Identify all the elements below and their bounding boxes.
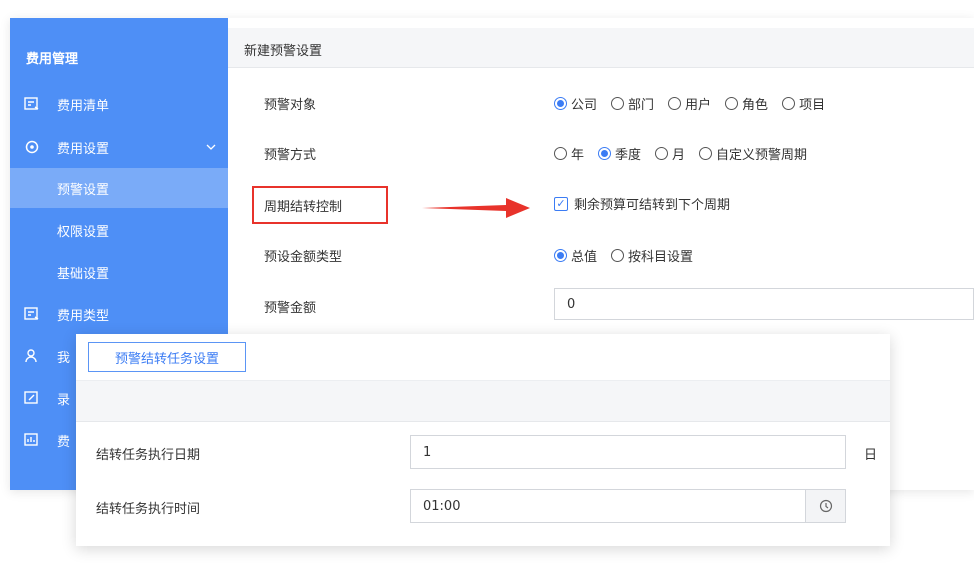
option-label: 季度 <box>615 148 642 163</box>
radio-icon <box>611 249 625 262</box>
rollover-options: ✓ 剩余预算可结转到下个周期 <box>554 194 744 213</box>
radio-icon <box>782 97 796 110</box>
checkbox-label: 剩余预算可结转到下个周期 <box>574 198 731 213</box>
sidebar-item-label: 费 <box>57 434 71 450</box>
dialog-toolbar <box>76 380 890 422</box>
option-label: 月 <box>672 148 686 163</box>
amount-type-options: 总值 按科目设置 <box>554 246 707 265</box>
radio-checked-icon <box>554 97 567 110</box>
execution-date-label: 结转任务执行日期 <box>96 448 201 463</box>
expense-type-icon <box>24 307 40 321</box>
alert-target-label: 预警对象 <box>264 98 317 113</box>
user-icon <box>24 349 40 363</box>
sidebar-item-label: 录 <box>57 392 71 408</box>
radio-role[interactable]: 角色 <box>725 94 768 113</box>
panel-header: 新建预警设置 <box>228 28 974 68</box>
execution-time-label: 结转任务执行时间 <box>96 502 201 517</box>
radio-icon <box>554 147 567 160</box>
alert-amount-label: 预警金额 <box>264 301 317 316</box>
execution-date-input[interactable]: 1 <box>410 435 846 469</box>
rollover-task-settings-button[interactable]: 预警结转任务设置 <box>88 342 246 372</box>
radio-total[interactable]: 总值 <box>554 246 597 265</box>
option-label: 公司 <box>571 98 598 113</box>
radio-company[interactable]: 公司 <box>554 94 597 113</box>
radio-checked-icon <box>598 147 612 160</box>
alert-method-label: 预警方式 <box>264 148 317 163</box>
clock-icon[interactable] <box>805 490 845 522</box>
radio-icon <box>611 97 625 110</box>
radio-month[interactable]: 月 <box>655 144 685 163</box>
radio-icon <box>699 147 713 160</box>
sidebar-item-permission-settings[interactable]: 权限设置 <box>10 210 228 250</box>
receipt-icon <box>24 97 40 111</box>
rollover-checkbox[interactable]: ✓ 剩余预算可结转到下个周期 <box>554 194 730 213</box>
radio-quarter[interactable]: 季度 <box>598 144 641 163</box>
sidebar-item-label: 费用设置 <box>57 141 110 157</box>
radio-user[interactable]: 用户 <box>668 94 711 113</box>
option-label: 部门 <box>628 98 655 113</box>
time-value: 01:00 <box>423 499 461 514</box>
alert-amount-input[interactable]: 0 <box>554 288 974 320</box>
sidebar-item-alert-settings[interactable]: 预警设置 <box>10 168 228 208</box>
option-label: 按科目设置 <box>628 250 694 265</box>
radio-by-subject[interactable]: 按科目设置 <box>611 246 693 265</box>
rollover-control-label: 周期结转控制 <box>264 200 343 215</box>
sidebar-item-label: 我 <box>57 350 71 366</box>
radio-icon <box>668 97 682 110</box>
sidebar-item-label: 权限设置 <box>57 224 110 240</box>
sidebar-item-expense-type[interactable]: 费用类型 <box>10 294 228 334</box>
sidebar-item-label: 费用清单 <box>57 98 110 114</box>
option-label: 自定义预警周期 <box>716 148 808 163</box>
option-label: 用户 <box>685 98 712 113</box>
radio-icon <box>725 97 739 110</box>
amount-type-label: 预设金额类型 <box>264 250 343 265</box>
checkmark-icon: ✓ <box>554 196 568 211</box>
sidebar-item-label: 费用类型 <box>57 308 110 324</box>
radio-project[interactable]: 项目 <box>782 94 825 113</box>
date-unit-label: 日 <box>864 448 878 463</box>
radio-year[interactable]: 年 <box>554 144 584 163</box>
execution-time-input[interactable]: 01:00 <box>410 489 846 523</box>
rollover-task-dialog: 预警结转任务设置 结转任务执行日期 1 日 结转任务执行时间 01:00 <box>76 334 890 546</box>
chevron-down-icon <box>206 140 216 155</box>
red-arrow-icon <box>422 198 530 218</box>
option-label: 年 <box>571 148 585 163</box>
radio-icon <box>655 147 669 160</box>
option-label: 角色 <box>742 98 769 113</box>
settings-circle-icon <box>24 140 40 154</box>
radio-custom-period[interactable]: 自定义预警周期 <box>699 144 807 163</box>
sidebar-item-label: 预警设置 <box>57 182 110 198</box>
sidebar-item-label: 基础设置 <box>57 266 110 282</box>
alert-method-options: 年 季度 月 自定义预警周期 <box>554 144 821 163</box>
sidebar-item-expense-list[interactable]: 费用清单 <box>10 84 228 124</box>
radio-department[interactable]: 部门 <box>611 94 654 113</box>
sidebar-item-expense-settings[interactable]: 费用设置 <box>10 127 228 167</box>
alert-target-options: 公司 部门 用户 角色 项目 <box>554 94 839 113</box>
edit-icon <box>24 391 40 405</box>
page-title: 新建预警设置 <box>244 44 323 59</box>
sidebar-title: 费用管理 <box>26 52 79 67</box>
chart-icon <box>24 433 40 447</box>
sidebar-item-basic-settings[interactable]: 基础设置 <box>10 252 228 292</box>
option-label: 总值 <box>571 250 598 265</box>
option-label: 项目 <box>799 98 826 113</box>
radio-checked-icon <box>554 249 567 262</box>
